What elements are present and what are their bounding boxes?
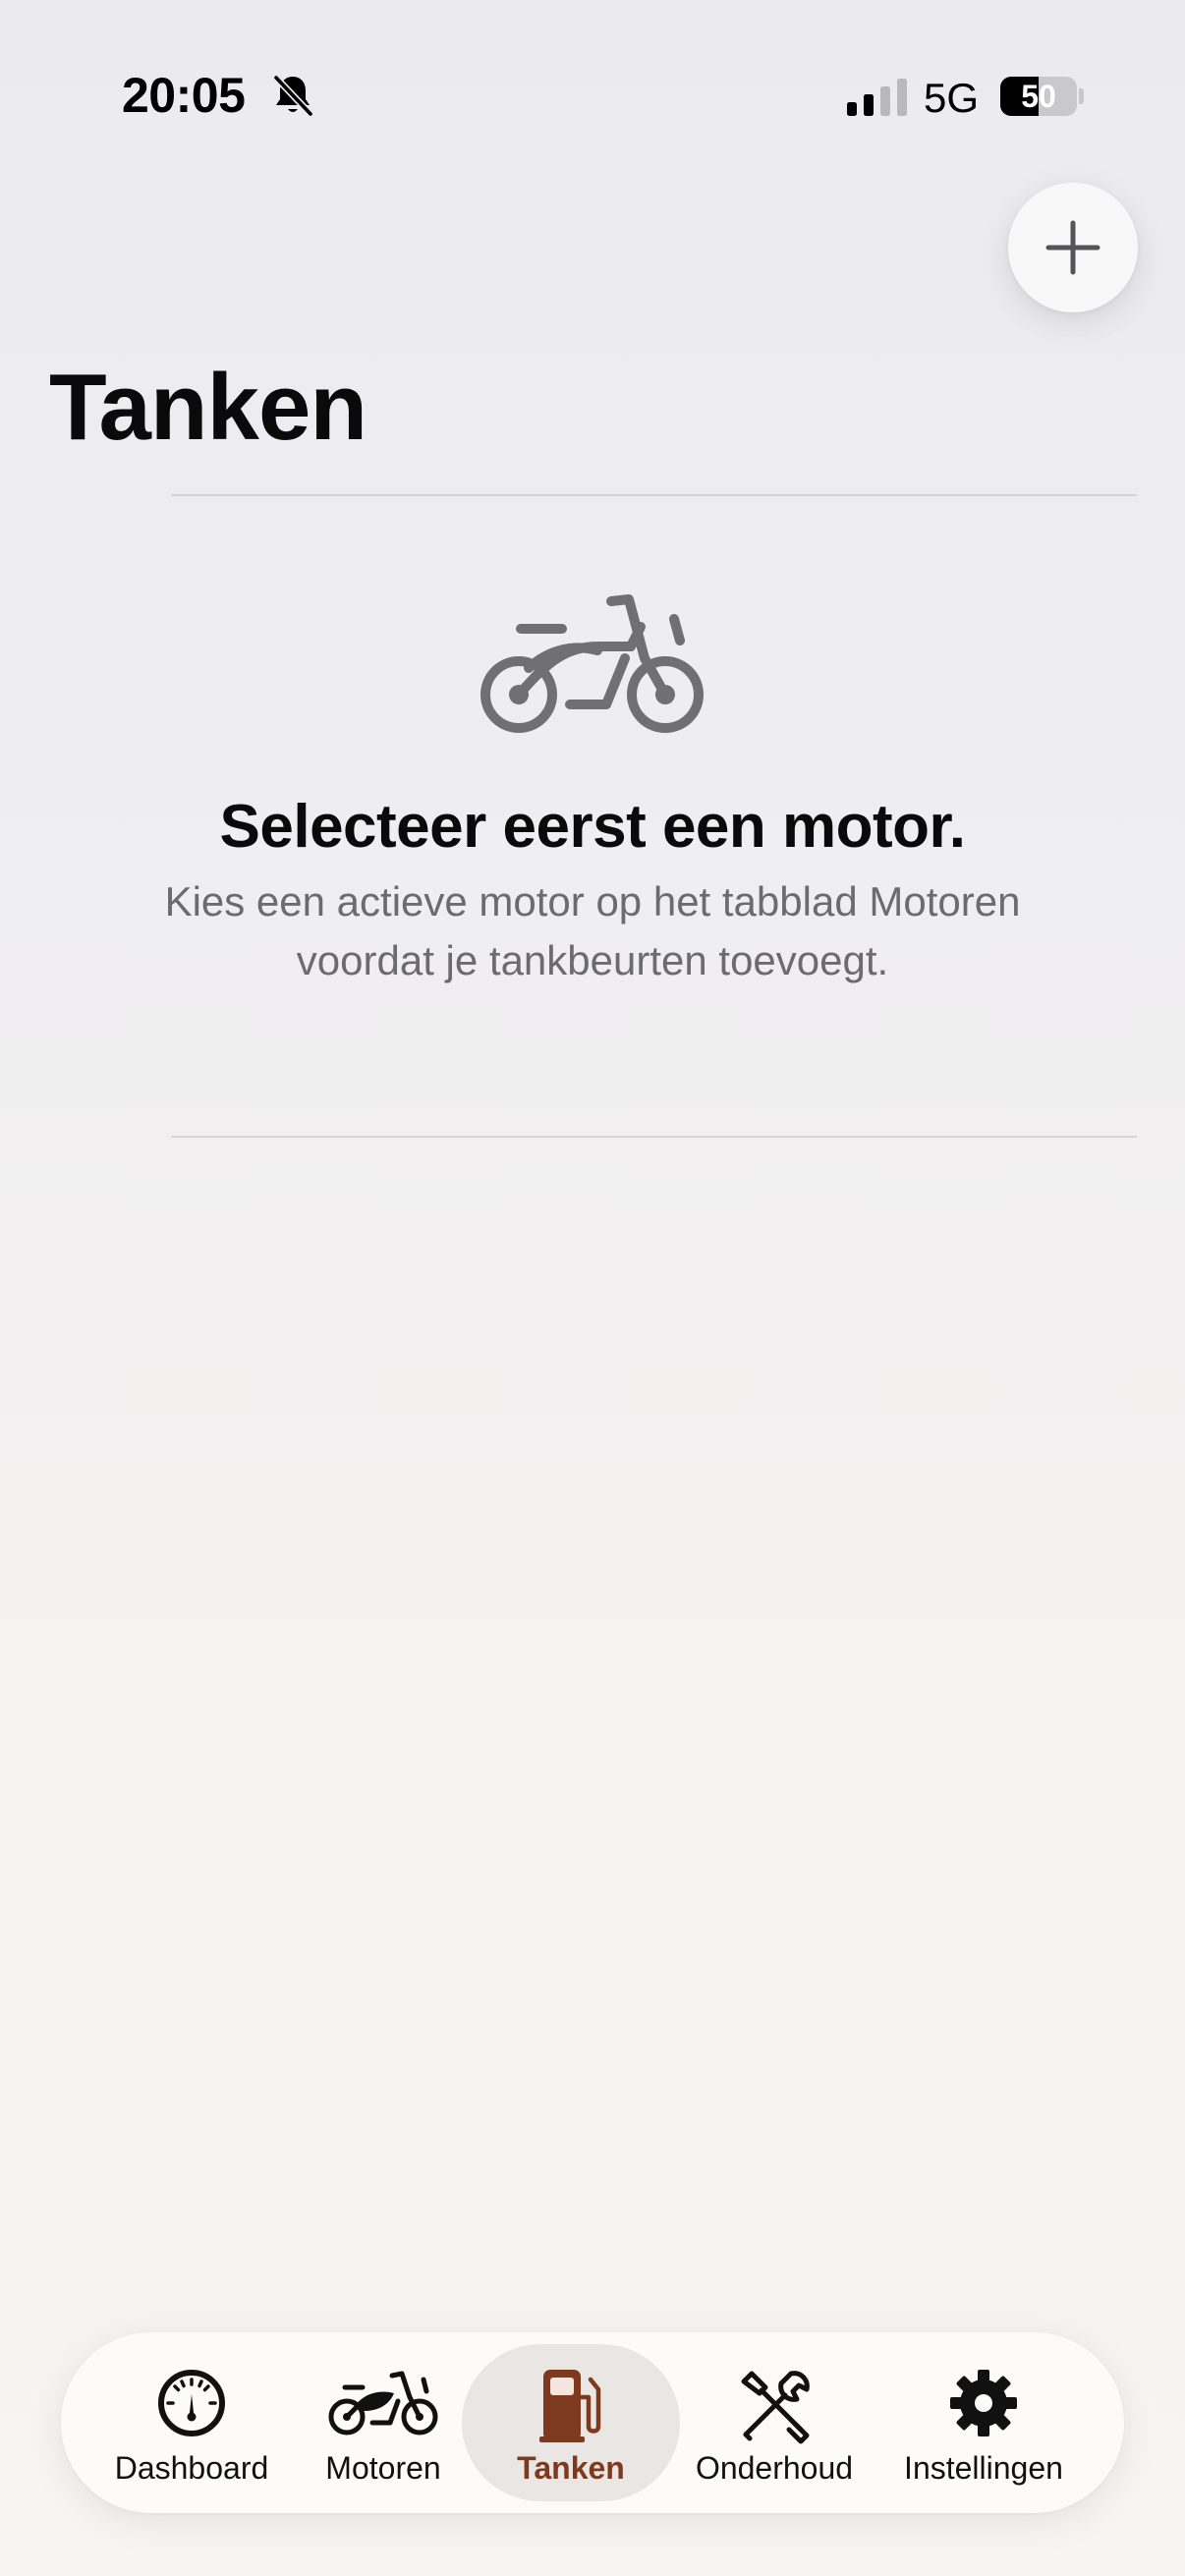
empty-state-message: Kies een actieve motor op het tabblad Mo… [164, 878, 1021, 983]
battery-indicator: 50 [1000, 77, 1077, 116]
tab-label: Dashboard [114, 2450, 269, 2486]
tab-label: Motoren [325, 2450, 441, 2486]
gear-icon [950, 2370, 1017, 2436]
status-bar: 20:05 5G 50 [0, 0, 1185, 157]
plus-icon [1045, 220, 1100, 275]
battery-nub [1079, 88, 1084, 104]
add-button[interactable] [1008, 183, 1138, 312]
divider [171, 1136, 1137, 1138]
tools-icon [741, 2371, 810, 2444]
tab-motoren[interactable]: Motoren [307, 2332, 460, 2513]
motorcycle-icon [328, 2371, 438, 2436]
tab-label: Instellingen [904, 2450, 1063, 2486]
divider [171, 494, 1137, 496]
tab-dashboard[interactable]: Dashboard [106, 2332, 277, 2513]
tab-label: Tanken [517, 2450, 625, 2486]
status-time: 20:05 [122, 68, 246, 123]
network-type: 5G [924, 75, 980, 121]
battery-level: 50 [1021, 79, 1056, 114]
empty-state-title: Selecteer eerst een motor. [219, 793, 966, 861]
motorcycle-icon [480, 594, 704, 733]
tab-instellingen[interactable]: Instellingen [880, 2332, 1087, 2513]
gauge-icon [158, 2370, 225, 2436]
tab-tanken[interactable]: Tanken [462, 2332, 680, 2513]
fuel-pump-icon [539, 2370, 601, 2442]
signal-icon [847, 79, 907, 116]
bell-slash-icon [272, 74, 314, 118]
tab-onderhoud[interactable]: Onderhoud [680, 2332, 869, 2513]
tab-bar: Dashboard Motoren Tanken Onderhoud Inste… [61, 2332, 1124, 2513]
page-title: Tanken [49, 355, 367, 460]
tab-label: Onderhoud [695, 2450, 854, 2486]
